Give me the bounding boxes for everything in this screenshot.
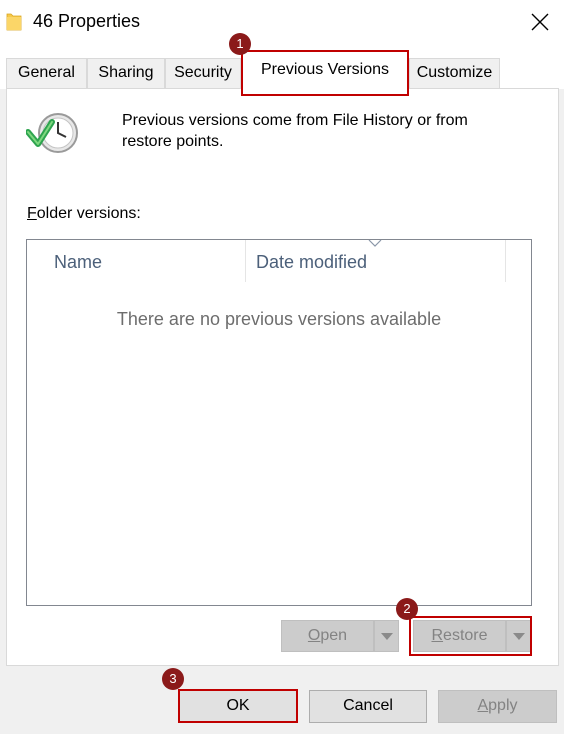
dropdown-arrow-icon bbox=[380, 633, 393, 640]
column-divider[interactable] bbox=[245, 240, 246, 282]
open-mnemonic: O bbox=[307, 627, 321, 644]
step-marker-1: 1 bbox=[229, 33, 251, 55]
column-divider[interactable] bbox=[505, 240, 506, 282]
open-label: pen bbox=[320, 627, 348, 644]
open-button[interactable]: Open bbox=[281, 620, 374, 652]
folder-versions-label: Folder versions: bbox=[27, 205, 141, 223]
window-bottom-edge bbox=[0, 734, 564, 738]
close-icon bbox=[531, 13, 549, 31]
empty-list-message: There are no previous versions available bbox=[116, 309, 442, 329]
folder-label-mnemonic: F bbox=[27, 205, 37, 222]
restore-highlight-box bbox=[409, 616, 532, 656]
tab-customize[interactable]: Customize bbox=[409, 58, 500, 88]
tab-general[interactable]: General bbox=[6, 58, 87, 88]
window-title: 46 Properties bbox=[33, 11, 141, 31]
cancel-button[interactable]: Cancel bbox=[309, 690, 427, 723]
apply-button[interactable]: Apply bbox=[438, 690, 557, 723]
apply-label: pply bbox=[488, 697, 518, 714]
folder-icon bbox=[6, 13, 22, 31]
ok-button[interactable]: OK bbox=[178, 689, 298, 723]
tab-security[interactable]: Security bbox=[165, 58, 241, 88]
apply-mnemonic: A bbox=[477, 697, 489, 714]
step-marker-2: 2 bbox=[396, 598, 418, 620]
chevron-down-icon bbox=[368, 239, 382, 247]
folder-label-text: older versions: bbox=[36, 205, 141, 222]
title-bar: 46 Properties bbox=[0, 0, 564, 44]
tab-previous-versions[interactable]: Previous Versions bbox=[241, 50, 409, 96]
step-marker-3: 3 bbox=[162, 668, 184, 690]
open-dropdown-button[interactable] bbox=[374, 620, 399, 652]
column-header-date-modified[interactable]: Date modified bbox=[256, 252, 367, 273]
tab-sharing[interactable]: Sharing bbox=[87, 58, 165, 88]
close-button[interactable] bbox=[520, 4, 560, 40]
column-header-name[interactable]: Name bbox=[54, 252, 102, 273]
properties-dialog: 46 Properties General Sharing Security P… bbox=[0, 0, 564, 738]
versions-list[interactable] bbox=[26, 239, 532, 606]
description-text: Previous versions come from File History… bbox=[122, 112, 468, 150]
history-clock-icon bbox=[26, 113, 78, 153]
